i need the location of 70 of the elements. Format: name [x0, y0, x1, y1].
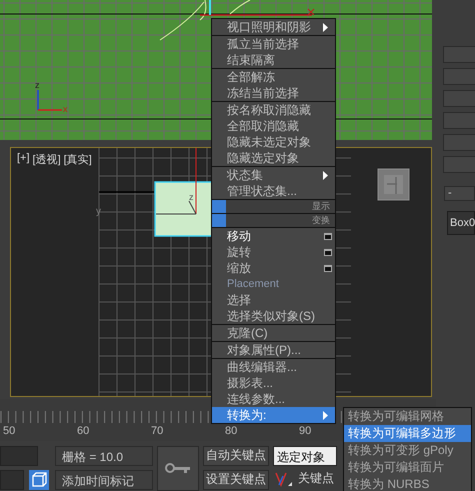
menu-item[interactable]: 按名称取消隐藏: [212, 102, 335, 118]
time-tag-field[interactable]: 添加时间标记: [55, 470, 153, 490]
panel-button[interactable]: [443, 46, 475, 63]
menu-item[interactable]: 缩放: [212, 260, 335, 276]
menu-item[interactable]: 孤立当前选择: [212, 36, 335, 52]
menu-item[interactable]: 转换为可编辑多边形: [344, 425, 471, 442]
cube-icon[interactable]: [29, 470, 49, 490]
menu-item[interactable]: 冻结当前选择: [212, 85, 335, 101]
set-key-button[interactable]: 设置关键点: [203, 470, 269, 490]
auto-key-button[interactable]: 自动关键点: [203, 446, 269, 466]
axis-label: z: [35, 80, 40, 90]
panel-field[interactable]: -: [444, 186, 475, 201]
settings-box-icon[interactable]: [324, 265, 332, 272]
menu-item[interactable]: 状态集: [212, 167, 335, 183]
settings-box-icon[interactable]: [324, 249, 332, 256]
panel-button[interactable]: [443, 134, 475, 151]
quadrant-marker-icon: [212, 200, 226, 213]
input-field[interactable]: [0, 470, 24, 490]
menu-item[interactable]: 选择: [212, 292, 335, 308]
menu-item[interactable]: 隐藏未选定对象: [212, 134, 335, 150]
quadrant-label: 变换: [312, 214, 331, 227]
key-button[interactable]: [157, 446, 199, 491]
menu-item[interactable]: 结束隔离: [212, 52, 335, 68]
menu-item[interactable]: 转换为 NURBS: [344, 476, 471, 491]
key-icon: [165, 462, 191, 474]
panel-button[interactable]: [443, 90, 475, 107]
menu-item[interactable]: 全部解冻: [212, 69, 335, 85]
axis-gizmo-drawing: [156, 148, 196, 214]
viewport-label[interactable]: [+]: [17, 152, 30, 167]
submenu-arrow-icon: [323, 23, 328, 32]
submenu-arrow-icon: [323, 411, 328, 420]
menu-item[interactable]: 摄影表...: [212, 375, 335, 391]
menu-item[interactable]: 旋转: [212, 244, 335, 260]
axis-label: x: [63, 104, 68, 114]
view-cube-icon[interactable]: [378, 168, 410, 200]
grid-axis-line: [99, 191, 154, 193]
menu-item[interactable]: 全部取消隐藏: [212, 118, 335, 134]
submenu-arrow-icon: [323, 171, 328, 180]
menu-item[interactable]: 隐藏选定对象: [212, 150, 335, 166]
panel-button[interactable]: [443, 68, 475, 85]
input-field[interactable]: [0, 446, 38, 466]
quadrant-label: 显示: [312, 200, 331, 213]
panel-button[interactable]: [443, 156, 475, 173]
keys-label: 关键点: [298, 470, 334, 488]
grid-field[interactable]: 栅格 = 10.0: [55, 446, 153, 466]
tick-label: 50: [3, 424, 16, 439]
object-name-field[interactable]: Box0: [447, 211, 475, 235]
menu-item[interactable]: 克隆(C): [212, 325, 335, 341]
tick-label: 60: [77, 424, 90, 439]
settings-box-icon[interactable]: [324, 233, 332, 240]
key-filter-dropdown[interactable]: 选定对象: [273, 446, 337, 466]
menu-item[interactable]: 对象属性(P)...: [212, 342, 335, 358]
panel-button[interactable]: [443, 112, 475, 129]
axis-label: y: [96, 206, 101, 217]
menu-item[interactable]: 管理状态集...: [212, 183, 335, 199]
menu-item[interactable]: 转换为:: [212, 407, 335, 423]
menu-item[interactable]: 转换为可编辑面片: [344, 459, 471, 476]
viewport-label[interactable]: [真实]: [64, 152, 92, 167]
axis-gizmo-drawing: [37, 90, 62, 111]
tick-label: 80: [225, 424, 238, 439]
menu-item[interactable]: 选择类似对象(S): [212, 308, 335, 324]
menu-item[interactable]: 转换为可变形 gPoly: [344, 442, 471, 459]
tick-label: 70: [151, 424, 164, 439]
tick-label: 90: [299, 424, 312, 439]
viewport-label[interactable]: [透视]: [32, 152, 61, 167]
axis-label: z: [189, 192, 194, 202]
menu-item[interactable]: 视口照明和阴影: [212, 19, 335, 35]
menu-item[interactable]: 移动: [212, 228, 335, 244]
menu-item[interactable]: 曲线编辑器...: [212, 359, 335, 375]
quadrant-marker-icon: [212, 214, 226, 227]
